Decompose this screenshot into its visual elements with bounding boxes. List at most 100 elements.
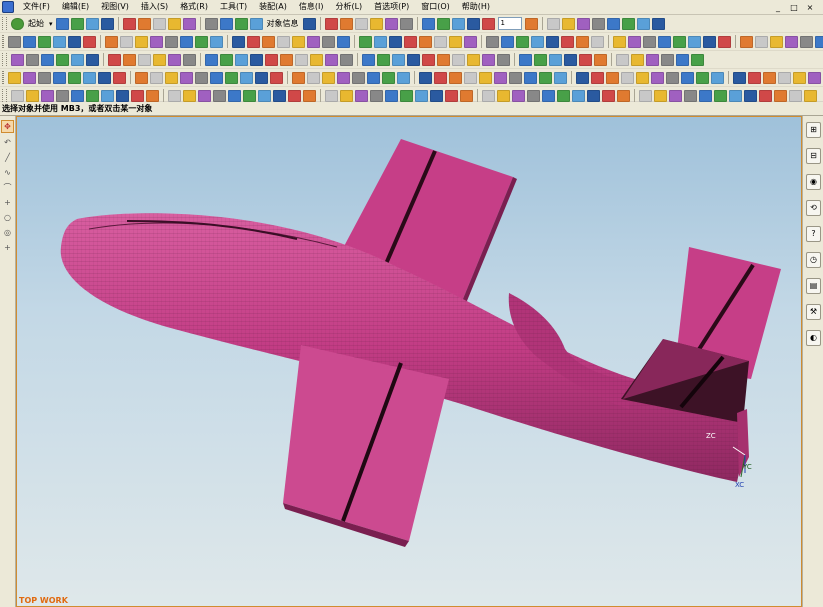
toolbar-tool-icon[interactable] [449,71,462,84]
toolbar-tool-icon[interactable] [183,53,196,66]
toolbar-tool-icon[interactable] [56,53,69,66]
toolbar-tool-icon[interactable] [785,35,798,48]
toolbar-tool-icon[interactable] [561,17,575,30]
restore-button[interactable]: □ [789,3,799,12]
menu-insert[interactable]: 插入(S) [135,0,174,14]
toolbar-tool-icon[interactable] [135,35,148,48]
toolbar-tool-icon[interactable] [101,89,114,102]
toolbar-tool-icon[interactable] [755,35,768,48]
toolbar-tool-icon[interactable] [38,71,51,84]
part-navigator-icon[interactable]: ⊟ [806,148,821,164]
toolbar-tool-icon[interactable] [434,71,447,84]
toolbar-tool-icon[interactable] [205,53,218,66]
toolbar-tool-icon[interactable] [415,89,428,102]
toolbar-tool-icon[interactable] [168,89,181,102]
toolbar-tool-icon[interactable] [195,71,208,84]
select-icon[interactable]: ✥ [1,120,14,133]
toolbar-tool-icon[interactable] [451,17,465,30]
toolbar-tool-icon[interactable] [688,35,701,48]
toolbar-tool-icon[interactable] [549,53,562,66]
toolbar-tool-icon[interactable] [404,35,417,48]
toolbar-tool-icon[interactable] [651,71,664,84]
toolbar-tool-icon[interactable] [613,35,626,48]
toolbar-tool-icon[interactable] [8,35,21,48]
toolbar-tool-icon[interactable] [531,35,544,48]
toolbar-tool-icon[interactable] [41,89,54,102]
toolbar-tool-icon[interactable] [554,71,567,84]
toolbar-tool-icon[interactable] [486,35,499,48]
toolbar-tool-icon[interactable] [53,35,66,48]
toolbar-tool-icon[interactable] [519,53,532,66]
toolbar-tool-icon[interactable] [359,35,372,48]
toolbar-tool-icon[interactable] [41,53,54,66]
toolbar-tool-icon[interactable] [307,35,320,48]
toolbar-tool-icon[interactable] [466,17,480,30]
toolbar-tool-icon[interactable] [748,71,761,84]
toolbar-tool-icon[interactable] [419,35,432,48]
toolbar-tool-icon[interactable] [273,89,286,102]
toolbar-tool-icon[interactable] [123,53,136,66]
toolbar-tool-icon[interactable] [277,35,290,48]
toolbar-tool-icon[interactable] [564,53,577,66]
toolbar-tool-icon[interactable] [666,71,679,84]
toolbar-tool-icon[interactable] [436,17,450,30]
toolbar-tool-icon[interactable] [576,17,590,30]
toolbar-tool-icon[interactable] [392,53,405,66]
toolbar-tool-icon[interactable] [594,53,607,66]
toolbar-tool-icon[interactable] [606,17,620,30]
toolbar-tool-icon[interactable] [180,71,193,84]
toolbar-tool-icon[interactable] [800,35,813,48]
toolbar-tool-icon[interactable] [295,53,308,66]
toolbar-tool-icon[interactable] [445,89,458,102]
toolbar-tool-icon[interactable] [220,53,233,66]
toolbar-tool-icon[interactable] [591,35,604,48]
toolbar-tool-icon[interactable] [658,35,671,48]
app-icon[interactable] [2,1,14,13]
toolbar-tool-icon[interactable] [270,71,283,84]
toolbar-tool-icon[interactable] [249,17,263,30]
toolbar-tool-icon[interactable] [497,89,510,102]
toolbar-tool-icon[interactable] [204,17,218,30]
curve-icon[interactable]: ⌒ [2,182,13,193]
toolbar-tool-icon[interactable] [83,71,96,84]
toolbar-tool-icon[interactable] [699,89,712,102]
toolbar-tool-icon[interactable] [310,53,323,66]
toolbar-tool-icon[interactable] [636,17,650,30]
toolbar-tool-icon[interactable] [501,35,514,48]
toolbar-tool-icon[interactable] [354,17,368,30]
toolbar-tool-icon[interactable] [576,71,589,84]
toolbar-tool-icon[interactable] [631,53,644,66]
toolbar-tool-icon[interactable] [108,53,121,66]
toolbar-tool-icon[interactable] [804,89,817,102]
menu-window[interactable]: 窗口(O) [415,0,456,14]
point-icon[interactable]: + [2,197,13,208]
toolbar-tool-icon[interactable] [509,71,522,84]
menu-assembly[interactable]: 装配(A) [253,0,293,14]
toolbar-tool-icon[interactable] [71,89,84,102]
toolbar-tool-icon[interactable] [280,53,293,66]
toolbar-tool-icon[interactable] [759,89,772,102]
menu-analysis[interactable]: 分析(L) [329,0,368,14]
toolbar-tool-icon[interactable] [437,53,450,66]
toolbar-tool-icon[interactable] [681,71,694,84]
toolbar-tool-icon[interactable] [696,71,709,84]
toolbar-tool-icon[interactable] [815,35,823,48]
toolbar-tool-icon[interactable] [460,89,473,102]
toolbar-tool-icon[interactable] [591,71,604,84]
toolbar-tool-icon[interactable] [307,71,320,84]
toolbar-tool-icon[interactable] [367,71,380,84]
toolbar-tool-icon[interactable] [527,89,540,102]
toolbar-tool-icon[interactable] [340,53,353,66]
toolbar-tool-icon[interactable] [71,53,84,66]
toolbar-tool-icon[interactable] [8,71,21,84]
object-info-button[interactable]: 对象信息 [267,18,299,29]
toolbar-tool-icon[interactable] [182,17,196,30]
toolbar-tool-icon[interactable] [572,89,585,102]
toolbar-tool-icon[interactable] [337,71,350,84]
toolbar-tool-icon[interactable] [339,17,353,30]
toolbar-tool-icon[interactable] [400,89,413,102]
toolbar-tool-icon[interactable] [113,71,126,84]
toolbar-tool-icon[interactable] [100,17,114,30]
toolbar-tool-icon[interactable] [711,71,724,84]
toolbar-tool-icon[interactable] [120,35,133,48]
